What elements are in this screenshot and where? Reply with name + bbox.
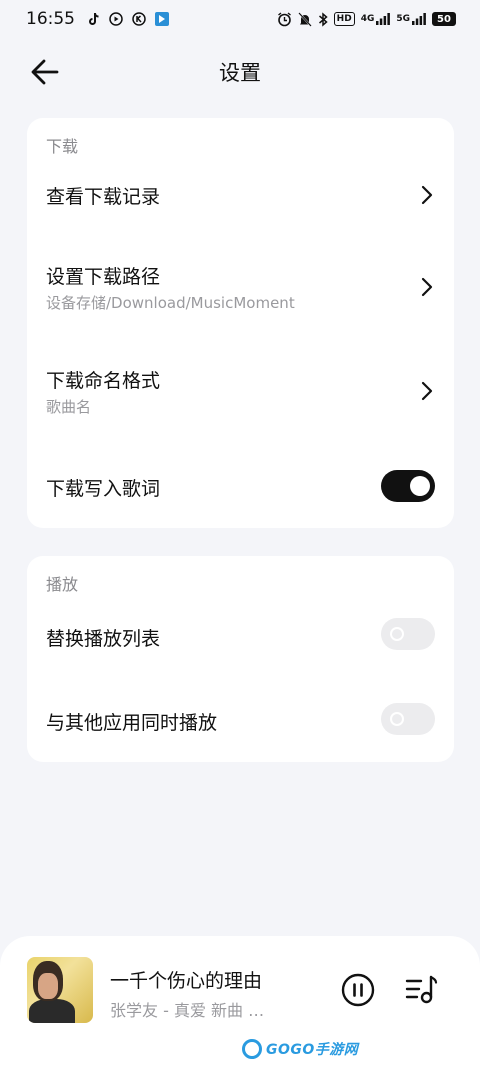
play-settings-card: 播放 替换播放列表 与其他应用同时播放 <box>27 556 454 762</box>
status-bar: 16:55 HD 4G 5G 50 <box>0 0 480 38</box>
row-replace-playlist: 替换播放列表 <box>27 606 454 664</box>
album-cover[interactable] <box>27 957 93 1023</box>
watermark-logo <box>242 1039 262 1059</box>
page-title: 设置 <box>219 61 261 85</box>
song-meta: 张学友 - 真爱 新曲 … <box>110 1001 265 1020</box>
battery-indicator: 50 <box>432 12 456 26</box>
toggle-knob <box>390 627 404 641</box>
song-title: 一千个伤心的理由 <box>110 970 263 992</box>
row-title: 替换播放列表 <box>46 628 161 650</box>
play-with-other-apps-toggle[interactable] <box>381 703 435 735</box>
back-arrow-icon <box>31 59 59 85</box>
chevron-right-icon <box>421 381 433 401</box>
page-header: 设置 <box>0 48 480 96</box>
tiktok-icon <box>88 12 100 26</box>
bluetooth-icon <box>318 11 328 27</box>
hd-badge: HD <box>333 12 355 26</box>
chevron-right-icon <box>421 185 433 205</box>
hd-label: HD <box>336 14 352 24</box>
alarm-icon <box>277 11 292 27</box>
playlist-music-icon <box>405 975 438 1004</box>
pause-button[interactable] <box>341 973 375 1007</box>
row-subtitle: 歌曲名 <box>46 398 92 416</box>
write-lyrics-toggle[interactable] <box>381 470 435 502</box>
status-time: 16:55 <box>26 9 75 29</box>
section-label-download: 下载 <box>46 137 79 156</box>
pause-icon <box>341 973 375 1007</box>
signal-1-label: 4G <box>360 14 375 24</box>
row-write-lyrics: 下载写入歌词 <box>27 454 454 518</box>
toggle-knob <box>390 712 404 726</box>
cover-figure-body <box>29 999 75 1023</box>
section-label-play: 播放 <box>46 575 79 594</box>
cover-figure-face <box>38 973 58 999</box>
row-set-download-path[interactable]: 设置下载路径 设备存储/Download/MusicMoment <box>27 242 454 330</box>
k-circle-icon <box>132 12 146 26</box>
chevron-right-icon <box>421 277 433 297</box>
row-title: 下载命名格式 <box>46 370 161 392</box>
watermark: GOGO手游网 <box>242 1038 358 1060</box>
watermark-text: GOGO手游网 <box>266 1042 359 1058</box>
toggle-knob <box>410 476 430 496</box>
signal-2-icon: 5G <box>396 13 426 25</box>
row-title: 与其他应用同时播放 <box>46 712 218 734</box>
row-subtitle: 设备存储/Download/MusicMoment <box>46 294 295 312</box>
back-button[interactable] <box>30 58 60 86</box>
row-title: 查看下载记录 <box>46 186 161 208</box>
status-right: HD 4G 5G 50 <box>277 11 456 27</box>
mini-player[interactable]: 一千个伤心的理由 张学友 - 真爱 新曲 … GOGO手游网 <box>0 936 480 1070</box>
row-download-naming-format[interactable]: 下载命名格式 歌曲名 <box>27 346 454 434</box>
signal-1-icon: 4G <box>361 13 391 25</box>
download-settings-card: 下载 查看下载记录 设置下载路径 设备存储/Download/MusicMome… <box>27 118 454 528</box>
app-notification-icon <box>155 12 169 26</box>
row-title: 设置下载路径 <box>46 266 161 288</box>
playlist-queue-button[interactable] <box>405 974 439 1006</box>
play-circle-icon <box>109 12 123 26</box>
row-view-download-history[interactable]: 查看下载记录 <box>27 162 454 228</box>
replace-playlist-toggle[interactable] <box>381 618 435 650</box>
signal-2-label: 5G <box>396 14 410 24</box>
row-play-with-other-apps: 与其他应用同时播放 <box>27 690 454 748</box>
row-title: 下载写入歌词 <box>46 478 161 500</box>
status-left: 16:55 <box>26 9 169 29</box>
mute-bell-icon <box>297 11 312 27</box>
